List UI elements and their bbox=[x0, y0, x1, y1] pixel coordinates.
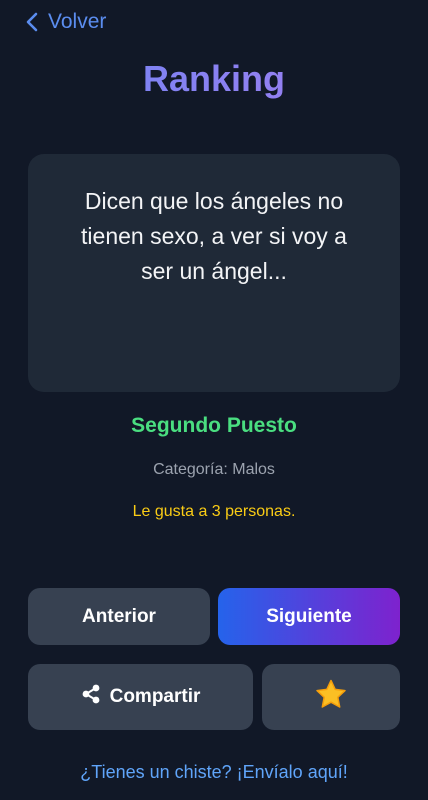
next-button[interactable]: Siguiente bbox=[218, 588, 400, 645]
next-label: Siguiente bbox=[266, 605, 352, 627]
page-title: Ranking bbox=[0, 58, 428, 100]
back-button[interactable]: Volver bbox=[26, 8, 106, 36]
joke-text: Dicen que los ángeles no tienen sexo, a … bbox=[81, 188, 347, 284]
chevron-left-icon bbox=[26, 12, 38, 32]
share-label: Compartir bbox=[109, 686, 201, 707]
share-button[interactable]: Compartir bbox=[28, 664, 253, 730]
previous-button[interactable]: Anterior bbox=[28, 588, 210, 645]
submit-joke-link[interactable]: ¿Tienes un chiste? ¡Envíalo aquí! bbox=[0, 762, 428, 783]
ranking-position: Segundo Puesto bbox=[131, 414, 297, 437]
back-label: Volver bbox=[48, 10, 107, 33]
star-icon bbox=[315, 679, 347, 715]
category-label: Categoría: Malos bbox=[153, 461, 275, 478]
joke-card: Dicen que los ángeles no tienen sexo, a … bbox=[28, 154, 400, 392]
previous-label: Anterior bbox=[82, 605, 156, 627]
favorite-button[interactable] bbox=[262, 664, 400, 730]
likes-count: Le gusta a 3 personas. bbox=[132, 503, 296, 520]
share-icon bbox=[81, 684, 101, 710]
